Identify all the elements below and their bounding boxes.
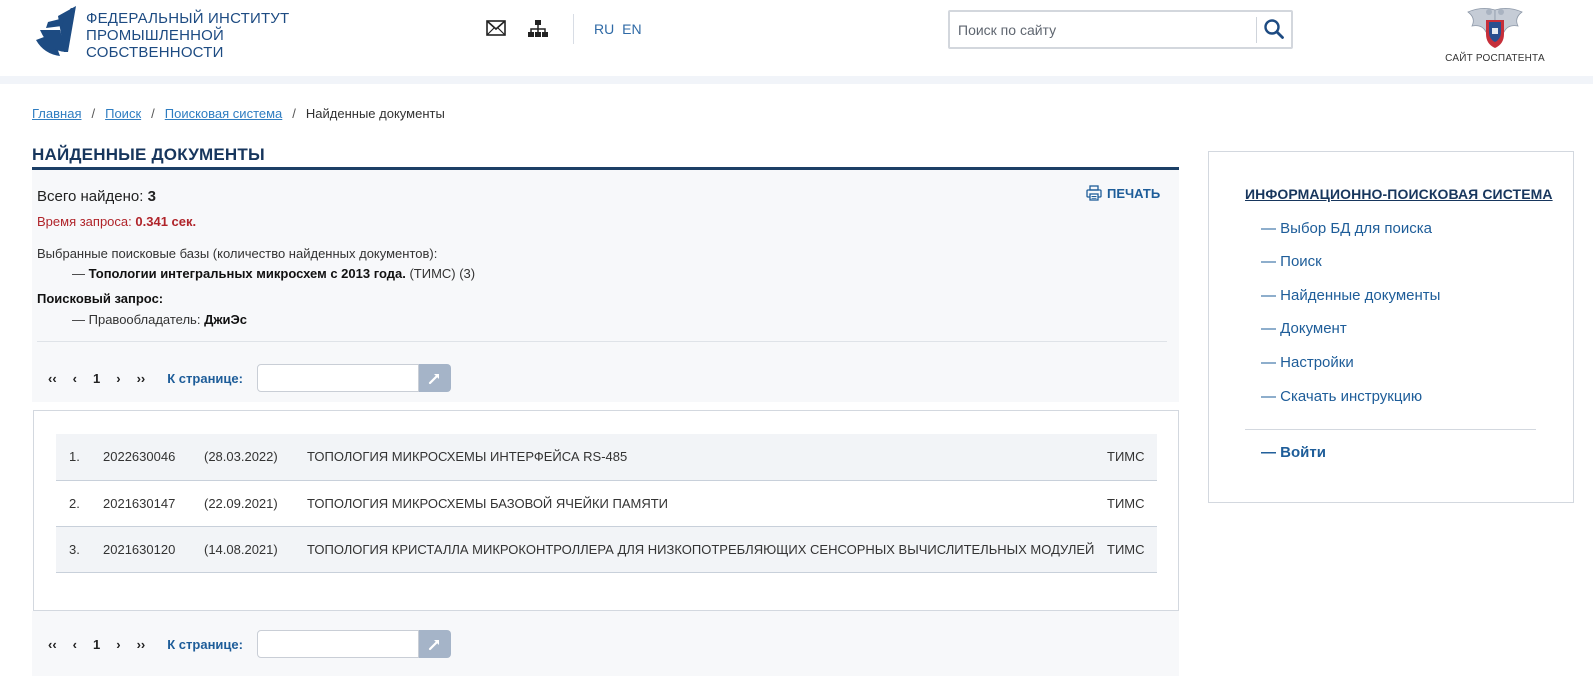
results-table: 1. 2022630046 (28.03.2022) ТОПОЛОГИЯ МИКРОС…	[56, 434, 1157, 573]
pagination-top: ‹‹ ‹ 1 › ›› К странице:	[48, 364, 451, 392]
org-name[interactable]: Федеральный институт промышленной собств…	[86, 10, 346, 61]
breadcrumb-separator: /	[91, 106, 96, 121]
breadcrumb-search-system-link[interactable]: Поисковая система	[165, 106, 283, 121]
breadcrumb-separator: /	[292, 106, 296, 121]
goto-page-button[interactable]	[418, 630, 451, 658]
arrow-go-icon	[428, 374, 439, 385]
time-label: Время запроса:	[37, 214, 132, 229]
result-number: 3.	[56, 526, 103, 573]
print-label: ПЕЧАТЬ	[1107, 185, 1161, 201]
sidebar-title[interactable]: Информационно-поисковая система	[1245, 186, 1553, 202]
selected-db-label: Выбранные поисковые базы (количество най…	[37, 246, 438, 261]
result-db: ТИМС	[1107, 434, 1157, 481]
goto-page-input[interactable]	[256, 364, 419, 392]
page-current[interactable]: 1	[93, 637, 100, 652]
rospatent-link[interactable]: САЙТ РОСПАТЕНТА	[1440, 53, 1550, 64]
sidebar-divider	[1245, 429, 1536, 430]
login-link[interactable]: — Войти	[1261, 444, 1326, 461]
page-prev-button[interactable]: ‹	[73, 371, 77, 386]
breadcrumb-separator: /	[151, 106, 155, 121]
query-value: ДжиЭс	[204, 312, 248, 327]
pagination-bottom: ‹‹ ‹ 1 › ›› К странице:	[48, 630, 451, 658]
found-count: Всего найдено: 3	[37, 188, 156, 205]
table-row[interactable]: 3. 2021630120 (14.08.2021) ТОПОЛОГИЯ КРИСТА…	[56, 526, 1157, 573]
arrow-go-icon	[428, 640, 439, 651]
sidebar: Информационно-поисковая система — Выбор …	[1208, 151, 1574, 503]
table-row[interactable]: 1. 2022630046 (28.03.2022) ТОПОЛОГИЯ МИКРОС…	[56, 434, 1157, 481]
lang-en-link[interactable]: EN	[622, 21, 641, 37]
lang-ru-link[interactable]: RU	[594, 21, 614, 37]
search-icon	[1264, 18, 1284, 39]
org-name-line: Федеральный институт	[86, 10, 290, 27]
result-date: (28.03.2022)	[204, 434, 307, 481]
result-title[interactable]: ТОПОЛОГИЯ КРИСТАЛЛА МИКРОКОНТРОЛЛЕРА ДЛЯ…	[307, 526, 1107, 573]
page-prev-button[interactable]: ‹	[73, 637, 77, 652]
page-current[interactable]: 1	[93, 371, 100, 386]
page-next-button[interactable]: ›	[116, 371, 120, 386]
result-date: (22.09.2021)	[204, 480, 307, 527]
language-switcher: RU EN	[594, 21, 646, 37]
list-dash: —	[72, 266, 85, 281]
rospatent-emblem[interactable]	[1462, 4, 1528, 50]
site-search	[948, 10, 1293, 49]
goto-page-button[interactable]	[418, 364, 451, 392]
mail-icon[interactable]	[486, 20, 506, 36]
sitemap-icon[interactable]	[528, 20, 548, 38]
page-last-button[interactable]: ››	[137, 371, 146, 386]
result-doc-number[interactable]: 2021630120	[103, 526, 204, 573]
print-button[interactable]: ПЕЧАТЬ	[1086, 185, 1160, 201]
search-query-label: Поисковый запрос:	[37, 291, 164, 306]
result-date: (14.08.2021)	[204, 526, 307, 573]
list-dash: —	[72, 312, 85, 327]
sidebar-item-document[interactable]: — Документ	[1261, 320, 1347, 337]
breadcrumb: Главная / Поиск / Поисковая система / Найденны…	[32, 106, 445, 121]
sidebar-item-settings[interactable]: — Настройки	[1261, 354, 1354, 371]
page-next-button[interactable]: ›	[116, 637, 120, 652]
result-number: 2.	[56, 480, 103, 527]
goto-page-label: К странице:	[167, 636, 243, 652]
sidebar-item-search[interactable]: — Поиск	[1261, 253, 1322, 270]
search-button[interactable]	[1260, 16, 1288, 44]
page-title: Найденные документы	[32, 145, 265, 164]
query-field: Правообладатель:	[88, 312, 201, 327]
found-label: Всего найдено:	[37, 188, 144, 205]
page-first-button[interactable]: ‹‹	[48, 637, 57, 652]
site-header: Федеральный институт промышленной собств…	[0, 0, 1593, 76]
printer-icon	[1086, 185, 1102, 201]
org-name-line: собственности	[86, 44, 224, 61]
selected-db-item: — Топологии интегральных микросхем с 201…	[72, 266, 475, 281]
sidebar-item-found-documents[interactable]: — Найденные документы	[1261, 287, 1440, 304]
sidebar-item-select-db[interactable]: — Выбор БД для поиска	[1261, 220, 1432, 237]
search-separator	[1256, 17, 1257, 43]
goto-page-label: К странице:	[167, 370, 243, 386]
db-name: Топологии интегральных микросхем с 2013 …	[88, 266, 406, 281]
breadcrumb-search-link[interactable]: Поиск	[105, 106, 141, 121]
found-value: 3	[147, 188, 156, 205]
breadcrumb-current: Найденные документы	[305, 106, 445, 121]
result-title[interactable]: ТОПОЛОГИЯ МИКРОСХЕМЫ ИНТЕРФЕЙСА RS-485	[307, 434, 1107, 481]
search-input[interactable]	[958, 19, 1248, 41]
page-last-button[interactable]: ››	[137, 637, 146, 652]
header-band	[0, 76, 1593, 84]
breadcrumb-home-link[interactable]: Главная	[32, 106, 81, 121]
table-row[interactable]: 2. 2021630147 (22.09.2021) ТОПОЛОГИЯ МИКРОС…	[56, 480, 1157, 527]
query-time: Время запроса: 0.341 сек.	[37, 214, 196, 229]
result-db: ТИМС	[1107, 526, 1157, 573]
divider	[37, 341, 1167, 342]
db-count: (ТИМС) (3)	[409, 266, 476, 281]
result-number: 1.	[56, 434, 103, 481]
goto-page-input[interactable]	[256, 630, 419, 658]
time-value: 0.341 сек.	[135, 214, 197, 229]
results-container: 1. 2022630046 (28.03.2022) ТОПОЛОГИЯ МИКРОС…	[33, 410, 1179, 611]
result-title[interactable]: ТОПОЛОГИЯ МИКРОСХЕМЫ БАЗОВОЙ ЯЧЕЙКИ ПАМЯ…	[307, 480, 1107, 527]
header-divider	[573, 14, 574, 44]
result-doc-number[interactable]: 2022630046	[103, 434, 204, 481]
org-name-line: промышленной	[86, 27, 225, 44]
fips-logo[interactable]	[30, 4, 80, 60]
sidebar-item-download-manual[interactable]: — Скачать инструкцию	[1261, 388, 1422, 405]
result-db: ТИМС	[1107, 480, 1157, 527]
result-doc-number[interactable]: 2021630147	[103, 480, 204, 527]
search-query-item: — Правообладатель: ДжиЭс	[72, 312, 247, 327]
page-first-button[interactable]: ‹‹	[48, 371, 57, 386]
